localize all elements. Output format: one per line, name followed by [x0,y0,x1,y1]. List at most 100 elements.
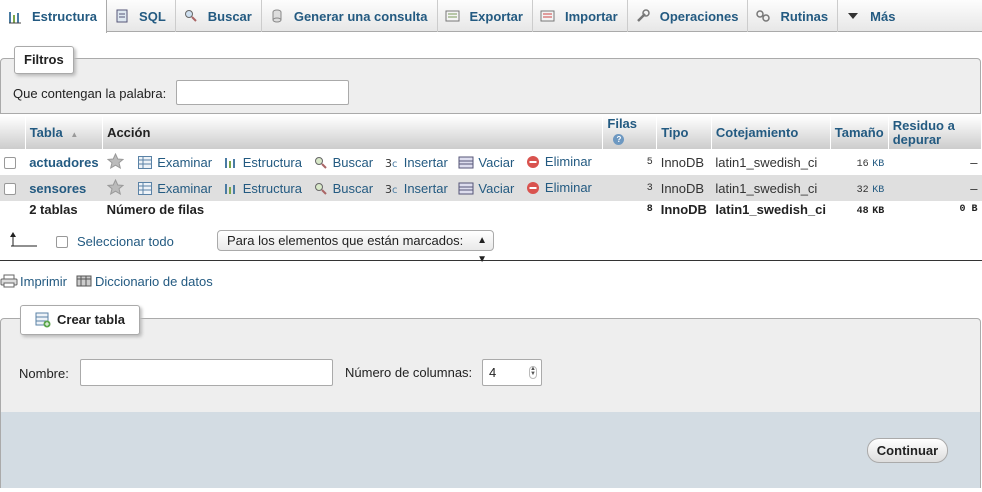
overhead: – [888,149,982,175]
print-links: Imprimir Diccionario de datos [0,273,221,289]
size-value: 48 [856,206,869,217]
header-tamano[interactable]: Tamaño [830,116,889,149]
with-selected-dropdown[interactable]: Para los elementos que están marcados: ▲… [217,230,494,265]
header-filas[interactable]: Filas? [602,116,658,149]
footer-count: 2 tablas [25,201,103,217]
select-all-row: Seleccionar todo Para los elementos que … [0,220,982,265]
size-value: 16 [856,159,869,170]
action-label: Estructura [242,180,302,196]
table-header-row: Tabla ▲ Acción Filas? Tipo Cotejamiento … [0,116,982,149]
row-checkbox[interactable] [4,183,16,196]
tab-estructura[interactable]: Estructura [0,0,108,33]
browse-action[interactable]: Examinar [137,155,212,170]
svg-text:c: c [392,185,398,195]
header-tipo[interactable]: Tipo [656,116,712,149]
delete-icon [525,181,541,195]
svg-text:3: 3 [385,183,392,195]
footer-rows: 8 [602,201,657,217]
tab-sql[interactable]: SQL [107,0,176,32]
help-icon[interactable]: ? [613,134,625,145]
tab-generar-consulta[interactable]: Generar una consulta [262,0,438,32]
size: 16 KB [830,149,889,175]
drop-action[interactable]: Eliminar [525,154,592,169]
search-icon [183,8,199,24]
header-tabla-label: Tabla [29,125,63,140]
insert-icon: 3c [384,181,400,195]
table-name-link[interactable]: sensores [25,175,103,201]
continue-button[interactable]: Continuar [867,438,948,463]
search-icon [313,155,329,169]
columns-number-input[interactable]: 4 ▲ ▼ [482,359,542,386]
filter-input[interactable] [176,80,349,105]
row-checkbox-cell [0,149,26,175]
size-unit[interactable]: KB [872,185,884,196]
select-all-label[interactable]: Seleccionar todo [77,234,174,249]
tab-exportar[interactable]: Exportar [438,0,533,32]
engine: InnoDB [656,175,712,201]
tab-label: Rutinas [780,8,829,24]
filters-fieldset: Filtros Que contengan la palabra: [0,46,981,114]
actions-cell: Examinar Estructura Buscar 3 c Insertar Va… [102,149,603,175]
data-dictionary-link[interactable]: Diccionario de datos [75,273,213,289]
favorite-star-icon[interactable] [106,178,124,195]
insert-action[interactable]: 3 c Insertar [384,181,448,196]
sort-asc-icon: ▲ [70,130,79,139]
import-icon [540,8,556,24]
insert-icon: 3c [384,155,400,169]
tab-bar: Estructura SQL Buscar Generar una consul… [0,0,982,33]
search-action[interactable]: Buscar [313,155,373,170]
size-unit[interactable]: KB [872,159,884,170]
browse-icon [137,181,153,195]
tab-rutinas[interactable]: Rutinas [748,0,839,32]
header-cotejamiento[interactable]: Cotejamiento [711,116,831,149]
empty-action[interactable]: Vaciar [458,155,514,170]
structure-icon [7,9,23,25]
row-count: 5 [602,149,657,175]
footer-label: Número de filas [102,201,603,217]
sql-icon [114,8,130,24]
row-checkbox-cell [0,175,26,201]
tab-label: Importar [564,8,618,24]
insert-action[interactable]: 3 c Insertar [384,155,448,170]
number-spinner-icon[interactable]: ▲ ▼ [529,366,537,379]
select-all-checkbox[interactable] [56,236,68,248]
columns-label: Número de columnas: [345,365,473,380]
header-accion: Acción [102,116,604,149]
empty-action[interactable]: Vaciar [458,181,514,196]
collation: latin1_swedish_ci [711,149,831,175]
chevron-updown-icon: ▲ ▼ [477,235,487,265]
header-residuo[interactable]: Residuo a depurar [888,116,982,149]
print-link[interactable]: Imprimir [0,273,67,289]
wrench-icon [635,8,651,24]
action-label: Examinar [157,180,213,196]
size-unit: KB [872,206,885,217]
action-label: Eliminar [544,180,592,195]
tab-buscar[interactable]: Buscar [176,0,262,32]
action-label: Insertar [403,180,448,196]
tab-label: Exportar [469,8,523,24]
routines-icon [755,8,771,24]
tab-importar[interactable]: Importar [533,0,628,32]
browse-icon [137,155,153,169]
table-name-label: Nombre: [19,366,69,381]
tab-mas[interactable]: Más [838,0,904,32]
table-footer-row: 2 tablas Número de filas 8 InnoDB latin1… [0,201,982,217]
tab-label: SQL [139,8,166,24]
row-count: 3 [602,175,657,201]
structure-action[interactable]: Estructura [223,155,302,170]
header-checkbox-cell [0,116,26,149]
header-tabla[interactable]: Tabla ▲ [25,116,104,149]
search-action[interactable]: Buscar [313,181,373,196]
drop-action[interactable]: Eliminar [525,180,592,195]
delete-icon [525,155,541,169]
tab-operaciones[interactable]: Operaciones [628,0,749,32]
structure-action[interactable]: Estructura [223,181,302,196]
favorite-star-icon[interactable] [106,152,124,169]
table-name-input[interactable] [80,359,333,386]
tab-label: Más [870,8,896,24]
table-name-link[interactable]: actuadores [25,149,103,175]
browse-action[interactable]: Examinar [137,181,212,196]
tab-label: Operaciones [659,8,739,24]
row-checkbox[interactable] [4,157,16,170]
export-icon [445,8,461,24]
